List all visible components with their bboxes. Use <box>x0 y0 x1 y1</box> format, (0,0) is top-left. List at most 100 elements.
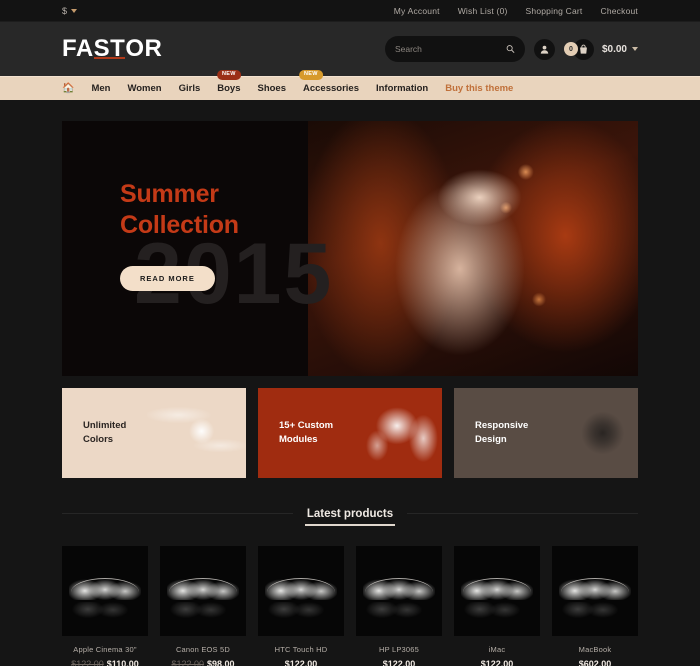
ring-diamond-graphic <box>147 388 246 478</box>
banner-unlimited-colors[interactable]: Unlimited Colors <box>62 388 246 478</box>
banner-custom-modules[interactable]: 15+ Custom Modules <box>258 388 442 478</box>
cart-widget[interactable]: 0 $0.00 <box>563 38 638 60</box>
header-actions: 0 $0.00 <box>384 36 638 62</box>
nav-item-accessories-label: Accessories <box>303 83 359 94</box>
banner-line-2: Design <box>475 434 507 445</box>
banner-responsive-design-text: Responsive Design <box>475 419 528 447</box>
product-image[interactable] <box>258 546 344 636</box>
product-new-price: $122.00 <box>284 659 318 666</box>
hero-title: Summer Collection <box>120 179 239 240</box>
latest-products-header: Latest products <box>62 504 638 526</box>
product-image[interactable] <box>62 546 148 636</box>
site-header: FASTOR 0 <box>0 22 700 76</box>
product-image[interactable] <box>454 546 540 636</box>
product-name: MacBook <box>578 645 612 654</box>
banner-line-1: Unlimited <box>83 420 127 432</box>
banner-line-1: 15+ Custom <box>279 420 334 432</box>
product-image[interactable] <box>552 546 638 636</box>
page-content: 2015 Summer Collection READ MORE Unlimit… <box>0 121 700 666</box>
product-name: HP LP3065 <box>378 645 420 654</box>
cart-count-badge: 0 <box>563 42 578 56</box>
product-new-price: $110.00 <box>106 659 139 666</box>
product-card[interactable]: iMac $122.00 <box>454 546 540 666</box>
product-price: $122.00 $98.00 <box>160 659 246 666</box>
link-wish-list[interactable]: Wish List (0) <box>458 6 508 16</box>
nav-item-buy-this-theme[interactable]: Buy this theme <box>445 83 513 94</box>
search-icon[interactable] <box>506 44 515 54</box>
chevron-down-icon <box>71 8 78 13</box>
nav-item-accessories[interactable]: NEW Accessories <box>298 70 359 94</box>
banner-unlimited-colors-text: Unlimited Colors <box>83 419 126 447</box>
link-shopping-cart[interactable]: Shopping Cart <box>526 6 583 16</box>
product-name: HTC Touch HD <box>274 645 328 654</box>
cart-total: $0.00 <box>601 43 627 55</box>
tiara-reflection-graphic <box>170 601 236 620</box>
hero-title-line-2: Collection <box>120 210 239 239</box>
product-price: $122.00 <box>356 659 442 666</box>
link-my-account[interactable]: My Account <box>394 6 440 16</box>
product-card[interactable]: HTC Touch HD $122.00 <box>258 546 344 666</box>
badge-new-boys: NEW <box>216 70 241 80</box>
banner-line-1: Responsive <box>475 420 529 432</box>
chevron-down-icon[interactable] <box>632 47 638 51</box>
logo-part-3: OR <box>125 35 163 62</box>
product-price: $122.00 <box>454 659 540 666</box>
badge-new-accessories: NEW <box>298 70 323 80</box>
account-icon[interactable] <box>533 38 555 60</box>
tiara-reflection-graphic <box>366 601 432 620</box>
basket-icon <box>580 44 587 54</box>
nav-item-boys-label: Boys <box>217 83 241 94</box>
promo-banners: Unlimited Colors 15+ Custom Modules Resp… <box>62 388 638 478</box>
product-card[interactable]: HP LP3065 $122.00 <box>356 546 442 666</box>
product-price: $122.00 $110.00 <box>62 659 148 666</box>
tiara-reflection-graphic <box>464 601 530 620</box>
user-icon <box>540 45 549 54</box>
link-checkout[interactable]: Checkout <box>600 6 638 16</box>
product-new-price: $602.00 <box>578 659 612 666</box>
hero-slider[interactable]: 2015 Summer Collection READ MORE <box>62 121 638 376</box>
hero-title-line-1: Summer <box>120 180 219 208</box>
product-new-price: $122.00 <box>382 659 416 666</box>
section-title: Latest products <box>292 508 408 526</box>
logo[interactable]: FASTOR <box>62 35 162 63</box>
nav-item-shoes[interactable]: Shoes <box>257 83 286 94</box>
banner-responsive-design[interactable]: Responsive Design <box>454 388 638 478</box>
product-old-price: $122.00 <box>71 659 104 666</box>
nav-item-girls[interactable]: Girls <box>179 83 201 94</box>
nav-item-boys[interactable]: NEW Boys <box>216 70 241 94</box>
product-image[interactable] <box>356 546 442 636</box>
nav-item-men[interactable]: Men <box>91 83 110 94</box>
tiara-reflection-graphic <box>72 601 138 620</box>
hero-model-photo <box>308 121 638 376</box>
product-old-price: $122.00 <box>171 659 204 666</box>
product-card[interactable]: MacBook $602.00 <box>552 546 638 666</box>
nav-items: 🏠 Men Women Girls NEW Boys Shoes NEW Acc… <box>62 70 513 94</box>
rings-graphic <box>342 388 442 478</box>
main-navigation: 🏠 Men Women Girls NEW Boys Shoes NEW Acc… <box>0 70 700 100</box>
nav-item-information[interactable]: Information <box>376 83 428 94</box>
read-more-button[interactable]: READ MORE <box>120 266 215 291</box>
product-card[interactable]: Apple Cinema 30" $122.00 $110.00 <box>62 546 148 666</box>
logo-part-1: FA <box>62 35 94 62</box>
nav-item-women[interactable]: Women <box>127 83 161 94</box>
product-card[interactable]: Canon EOS 5D $122.00 $98.00 <box>160 546 246 666</box>
banner-custom-modules-text: 15+ Custom Modules <box>279 419 333 447</box>
banner-line-2: Colors <box>83 434 114 445</box>
search-box[interactable] <box>384 36 525 62</box>
tiara-reflection-graphic <box>562 601 628 620</box>
product-price: $602.00 <box>552 659 638 666</box>
product-name: Apple Cinema 30" <box>73 645 137 654</box>
search-input[interactable] <box>394 44 506 54</box>
page-root: $ My Account Wish List (0) Shopping Cart… <box>0 0 700 666</box>
product-grid: Apple Cinema 30" $122.00 $110.00 Canon EO… <box>62 546 638 666</box>
product-new-price: $122.00 <box>480 659 514 666</box>
top-bar: $ My Account Wish List (0) Shopping Cart… <box>0 0 700 22</box>
product-price: $122.00 <box>258 659 344 666</box>
product-name: iMac <box>488 645 506 654</box>
currency-selector[interactable]: $ <box>62 6 78 16</box>
product-name: Canon EOS 5D <box>175 645 231 654</box>
product-image[interactable] <box>160 546 246 636</box>
home-icon[interactable]: 🏠 <box>62 83 74 94</box>
watch-graphic <box>540 388 638 478</box>
product-new-price: $98.00 <box>207 659 235 666</box>
